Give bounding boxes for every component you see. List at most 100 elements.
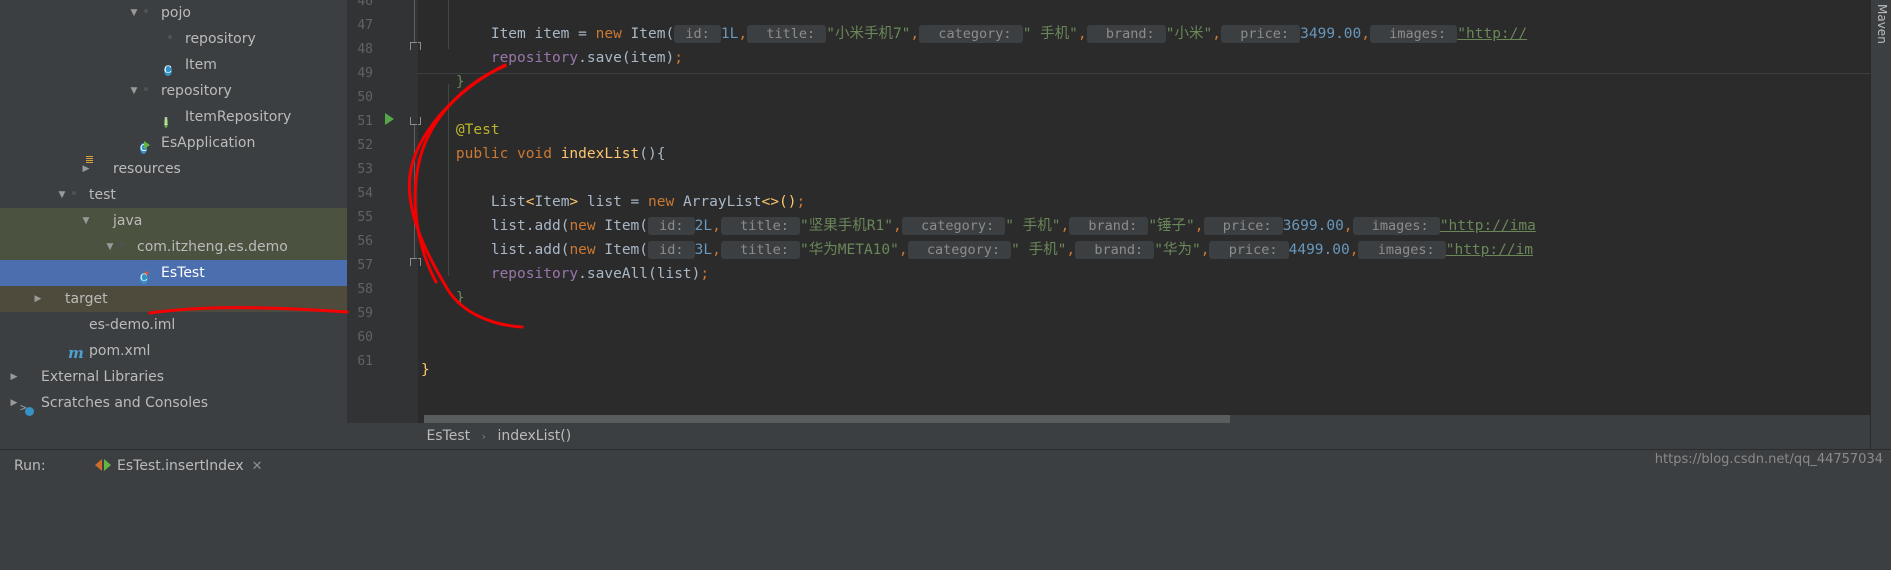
tree-item-repository[interactable]: repository [0,26,347,52]
tree-item-repository[interactable]: ▼ repository [0,78,347,104]
editor-gutter[interactable]: 46 47 48 49 50 51 52 53 54 55 56 57 58 59 60 61 [347,0,421,423]
code-token: " 手机" [1005,218,1061,234]
tree-item-test[interactable]: ▼ test [0,182,347,208]
tree-item-java[interactable]: ▼ java [0,208,347,234]
code-token: brand: [1086,25,1166,43]
code-token: new [595,26,622,42]
breadcrumb-item-method[interactable]: indexList() [495,428,573,444]
line-number: 49 [357,66,373,81]
code-token: title: [720,217,801,235]
code-token: list [578,194,631,210]
tree-item-item[interactable]: C Item [0,52,347,78]
run-tab-title: EsTest.insertIndex [117,458,244,474]
tree-expand-arrow[interactable]: ▼ [128,0,140,26]
line-number: 60 [357,330,373,345]
code-line[interactable]: } [417,286,1879,310]
maven-stripe-label[interactable]: Maven [1873,4,1889,44]
code-line[interactable]: list.add(new Item( id: 2L, title: "坚果手机R… [417,214,1879,238]
code-line[interactable]: List<Item> list = new ArrayList<>(); [417,190,1879,214]
tree-expand-arrow[interactable]: ▶ [32,286,44,312]
code-token: , [898,242,908,258]
editor-horizontal-scrollbar[interactable] [424,415,1877,423]
maven-tool-window-stripe[interactable]: Maven [1870,0,1891,449]
close-icon[interactable]: ✕ [252,459,263,474]
tree-item-label: repository [185,31,256,47]
tree-expand-arrow[interactable]: ▶ [8,390,20,416]
test-class-icon: C [140,273,148,284]
tree-expand-arrow[interactable]: ▼ [104,234,116,260]
code-token: images: [1370,25,1458,43]
tree-item-com-itzheng-es-demo[interactable]: ▼ com.itzheng.es.demo [0,234,347,260]
code-token: item [525,26,579,42]
run-tool-window[interactable]: Run: EsTest.insertIndex ✕ [0,449,1891,570]
tree-item-scratches-and-consoles[interactable]: ▶ >_ Scratches and Consoles [0,390,347,416]
tree-expand-arrow[interactable]: ▼ [56,182,68,208]
code-line[interactable] [417,94,1879,118]
code-token: new [569,242,596,258]
breadcrumb-item-class[interactable]: EsTest [424,428,472,444]
code-line[interactable] [417,334,1879,358]
code-line[interactable]: Item item = new Item( id: 1L, title: "小米… [417,22,1879,46]
code-text-area[interactable]: Item item = new Item( id: 1L, title: "小米… [417,0,1879,405]
code-token: . [578,266,587,282]
class-icon: C [164,65,172,76]
code-token: ( [639,242,649,258]
tree-expand-arrow[interactable]: ▼ [128,78,140,104]
scratches-icon: >_ [20,401,34,414]
folder-icon [140,82,158,98]
code-token: Item [595,218,640,234]
project-tool-window[interactable]: ▼ pojo repository C Item ▼ repository I ItemRepo… [0,0,347,449]
tree-item-target[interactable]: ▶ target [0,286,347,312]
tree-item-esapplication[interactable]: C EsApplication [0,130,347,156]
code-line[interactable]: } [417,358,1879,382]
code-line[interactable]: repository.save(item); [417,46,1879,70]
code-token: "小米" [1165,26,1213,42]
code-token: images: [1352,217,1440,235]
code-line[interactable] [417,166,1879,190]
tree-item-label: test [89,187,116,203]
code-token: ( [648,266,657,282]
tree-item-resources[interactable]: ▶ resources [0,156,347,182]
code-token: "小米手机7" [826,26,911,42]
folder-icon [140,4,158,20]
code-line[interactable]: list.add(new Item( id: 3L, title: "华为MET… [417,238,1879,262]
code-token: . [578,50,587,66]
code-token: ; [700,266,710,282]
tree-item-label: resources [113,161,181,177]
code-token: ; [796,194,806,210]
breadcrumb[interactable]: EsTest › indexList() [347,423,1891,449]
run-test-gutter-icon[interactable] [385,113,394,125]
folder-icon [164,30,182,46]
tree-expand-arrow[interactable]: ▶ [8,364,20,390]
code-line[interactable]: @Test [417,118,1879,142]
horizontal-scrollbar-thumb[interactable] [424,415,1230,423]
run-configuration-tab[interactable]: EsTest.insertIndex ✕ [95,458,263,474]
code-line[interactable]: } [417,70,1879,94]
tree-item-es-demo-iml[interactable]: es-demo.iml [0,312,347,338]
code-token: 3499.00 [1300,26,1362,42]
tree-item-pojo[interactable]: ▼ pojo [0,0,347,26]
tree-item-itemrepository[interactable]: I ItemRepository [0,104,347,130]
tree-item-estest[interactable]: C EsTest [0,260,347,286]
code-token: "华为" [1154,242,1201,258]
breadcrumb-separator-icon: › [481,430,487,443]
code-editor[interactable]: 46 47 48 49 50 51 52 53 54 55 56 57 58 59 60 61 Item it… [347,0,1891,449]
line-number: 50 [357,90,373,105]
code-line[interactable]: repository.saveAll(list); [417,262,1879,286]
code-token: , [1060,218,1070,234]
tree-item-pom-xml[interactable]: m pom.xml [0,338,347,364]
tree-expand-arrow[interactable]: ▼ [80,208,92,234]
package-icon [116,238,134,254]
code-token: } [455,290,465,306]
code-token: item [630,50,666,66]
code-line[interactable] [417,382,1879,405]
code-token: , [712,242,721,258]
intellij-idea-window: ▼ pojo repository C Item ▼ repository I ItemRepo… [0,0,1891,570]
code-line[interactable]: public void indexList(){ [417,142,1879,166]
code-line[interactable] [417,310,1879,334]
tree-item-external-libraries[interactable]: ▶ External Libraries [0,364,347,390]
